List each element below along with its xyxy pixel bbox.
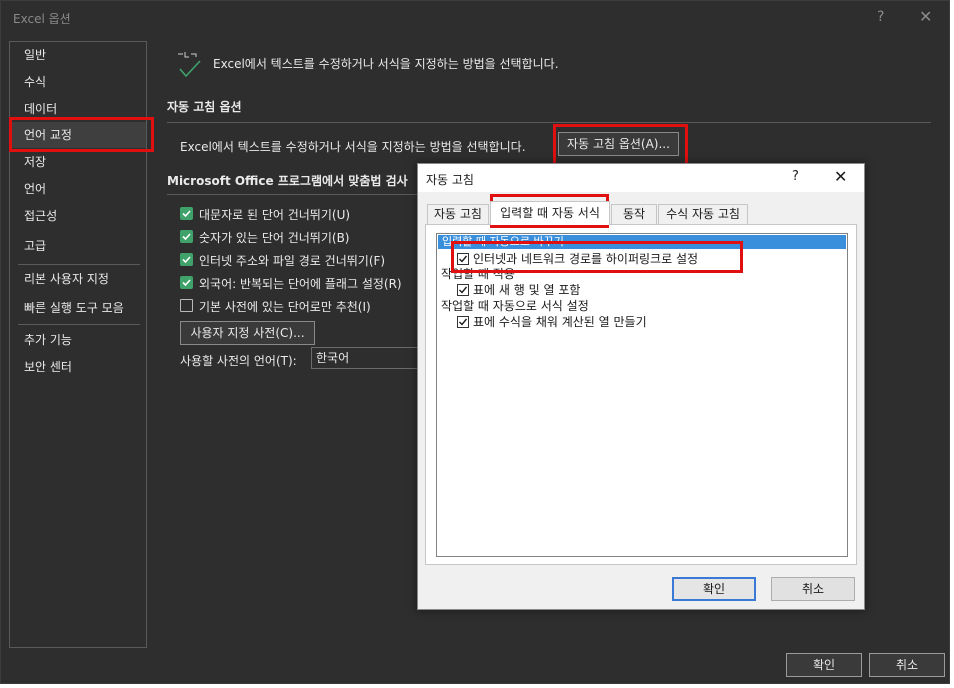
sidebar-divider — [18, 324, 140, 325]
checkbox-checked-icon[interactable] — [457, 316, 469, 328]
checkbox-checked-icon[interactable] — [457, 253, 469, 265]
sidebar-item-general[interactable]: 일반 — [10, 42, 146, 68]
group-label-apply-as-you-work: 작업할 때 적용 — [441, 267, 515, 281]
sidebar-item-save[interactable]: 저장 — [10, 149, 146, 175]
dialog-title: 자동 고침 — [426, 173, 474, 187]
page-header-text: Excel에서 텍스트를 수정하거나 서식을 지정하는 방법을 선택합니다. — [213, 57, 559, 71]
checkbox-checked-icon[interactable] — [180, 276, 193, 289]
option-label: 표에 새 행 및 열 포함 — [473, 283, 581, 297]
title-bar: Excel 옵션 ? ✕ — [1, 1, 949, 35]
checkbox-ignore-numbers[interactable]: 숫자가 있는 단어 건너뛰기(B) — [180, 228, 420, 246]
sidebar-item-data[interactable]: 데이터 — [10, 96, 146, 122]
dialog-title-bar: 자동 고침 ? ✕ — [418, 164, 864, 192]
sidebar-item-trust-center[interactable]: 보안 센터 — [10, 354, 146, 380]
tab-panel: 입력할 때 자동으로 바꾸기 인터넷과 네트워크 경로를 하이퍼링크로 설정 작… — [425, 224, 857, 565]
autocorrect-dialog: 자동 고침 ? ✕ 자동 고침 입력할 때 자동 서식 동작 수식 자동 고침 … — [417, 163, 865, 610]
checkbox-checked-icon[interactable] — [180, 230, 193, 243]
checkbox-ignore-internet-paths[interactable]: 인터넷 주소와 파일 경로 건너뛰기(F) — [180, 251, 420, 269]
dictionary-language-select[interactable]: 한국어 — [311, 347, 431, 369]
sidebar-item-formulas[interactable]: 수식 — [10, 69, 146, 95]
option-fill-formulas-calculated-columns[interactable]: 표에 수식을 채워 계산된 열 만들기 — [457, 314, 717, 330]
tab-math-autocorrect[interactable]: 수식 자동 고침 — [658, 204, 748, 224]
sidebar-item-customize-ribbon[interactable]: 리본 사용자 지정 — [10, 266, 146, 292]
checkbox-label: 대문자로 된 단어 건너뛰기(U) — [199, 208, 351, 222]
sidebar-item-quick-access-toolbar[interactable]: 빠른 실행 도구 모음 — [10, 295, 146, 321]
option-label: 인터넷과 네트워크 경로를 하이퍼링크로 설정 — [473, 252, 699, 266]
abc-check-icon — [177, 49, 203, 79]
help-icon[interactable]: ? — [877, 9, 884, 25]
window-title: Excel 옵션 — [13, 12, 71, 26]
group-label-auto-format-as-you-work: 작업할 때 자동으로 서식 설정 — [441, 299, 589, 313]
custom-dictionaries-button[interactable]: 사용자 지정 사전(C)... — [180, 321, 315, 345]
option-include-new-rows-columns[interactable]: 표에 새 행 및 열 포함 — [457, 282, 657, 298]
checkbox-label: 기본 사전에 있는 단어로만 추천(I) — [199, 300, 371, 314]
autocorrect-options-button[interactable]: 자동 고침 옵션(A)... — [558, 132, 679, 156]
checkbox-flag-repeated-words[interactable]: 외국어: 반복되는 단어에 플래그 설정(R) — [180, 274, 420, 292]
background-sheet-strip — [950, 0, 954, 688]
sidebar-item-accessibility[interactable]: 접근성 — [10, 203, 146, 229]
sidebar-item-language[interactable]: 언어 — [10, 176, 146, 202]
help-icon[interactable]: ? — [792, 169, 799, 184]
sidebar-item-advanced[interactable]: 고급 — [10, 233, 146, 259]
checkbox-checked-icon[interactable] — [180, 207, 193, 220]
sidebar: 일반 수식 데이터 언어 교정 저장 언어 접근성 고급 리본 사용자 지정 빠… — [9, 41, 147, 648]
dialog-cancel-button[interactable]: 취소 — [771, 577, 855, 601]
option-internet-hyperlinks[interactable]: 인터넷과 네트워크 경로를 하이퍼링크로 설정 — [457, 251, 757, 267]
tab-autoformat-as-you-type[interactable]: 입력할 때 자동 서식 — [490, 201, 610, 225]
checkbox-ignore-uppercase[interactable]: 대문자로 된 단어 건너뛰기(U) — [180, 205, 420, 223]
tab-actions[interactable]: 동작 — [611, 204, 657, 224]
dictionary-language-label: 사용할 사전의 언어(T): — [180, 354, 297, 368]
sidebar-item-proofing[interactable]: 언어 교정 — [10, 122, 146, 148]
options-list: 입력할 때 자동으로 바꾸기 인터넷과 네트워크 경로를 하이퍼링크로 설정 작… — [436, 233, 848, 557]
dialog-ok-button[interactable]: 확인 — [672, 577, 756, 601]
option-label: 표에 수식을 채워 계산된 열 만들기 — [473, 315, 647, 329]
section-divider — [167, 122, 931, 123]
checkbox-checked-icon[interactable] — [180, 253, 193, 266]
checkbox-label: 숫자가 있는 단어 건너뛰기(B) — [199, 231, 350, 245]
sidebar-item-add-ins[interactable]: 추가 기능 — [10, 327, 146, 353]
close-icon[interactable]: ✕ — [919, 7, 932, 26]
background-sheet-strip-bottom — [0, 684, 954, 688]
checkbox-label: 외국어: 반복되는 단어에 플래그 설정(R) — [199, 277, 402, 291]
checkbox-checked-icon[interactable] — [457, 284, 469, 296]
checkbox-main-dictionary-only[interactable]: 기본 사전에 있는 단어로만 추천(I) — [180, 297, 420, 315]
checkbox-label: 인터넷 주소와 파일 경로 건너뛰기(F) — [199, 254, 386, 268]
autocorrect-section-title: 자동 고침 옵션 — [167, 100, 242, 114]
spelling-section-title: Microsoft Office 프로그램에서 맞춤법 검사 — [167, 174, 408, 188]
group-label-replace-as-you-type: 입력할 때 자동으로 바꾸기 — [438, 235, 846, 249]
cancel-button[interactable]: 취소 — [869, 653, 945, 677]
sidebar-divider — [18, 264, 140, 265]
ok-button[interactable]: 확인 — [786, 653, 862, 677]
section-divider — [167, 194, 417, 195]
tab-autocorrect[interactable]: 자동 고침 — [427, 204, 489, 224]
autocorrect-description: Excel에서 텍스트를 수정하거나 서식을 지정하는 방법을 선택합니다. — [180, 140, 526, 154]
close-icon[interactable]: ✕ — [834, 167, 847, 186]
checkbox-unchecked-icon[interactable] — [180, 299, 193, 312]
